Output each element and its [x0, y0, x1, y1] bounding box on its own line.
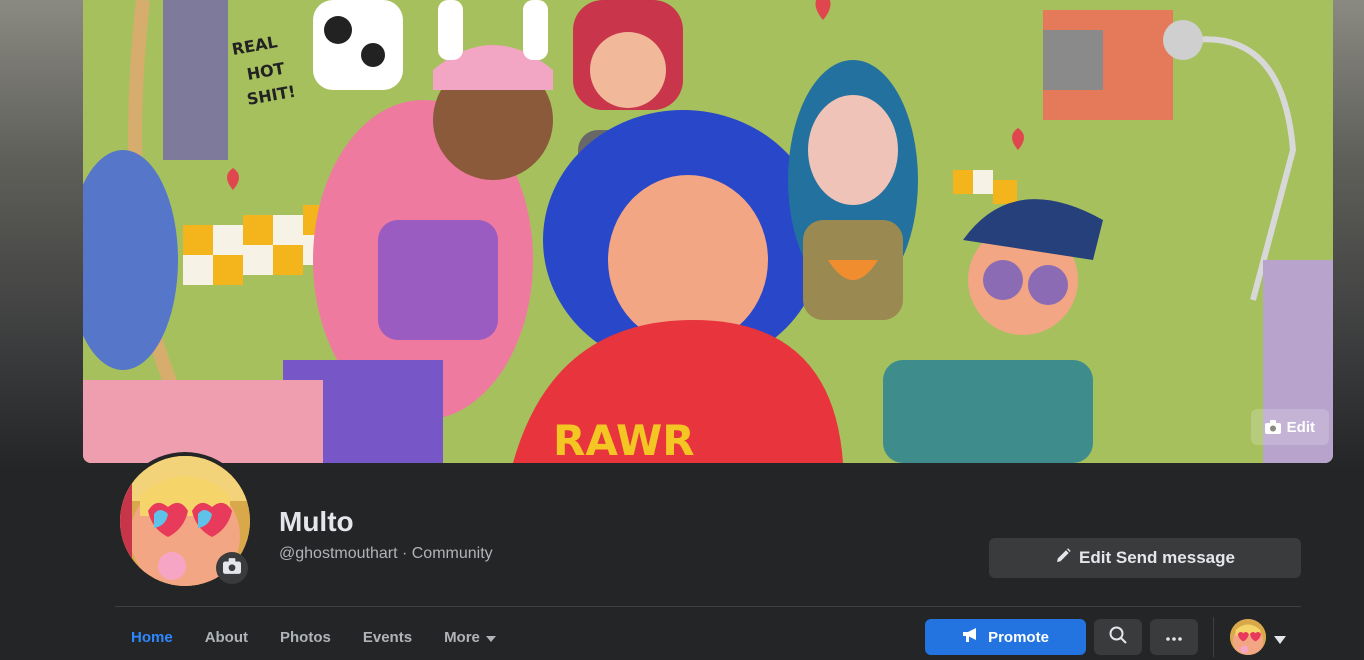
edit-cover-button[interactable]: Edit [1250, 409, 1329, 445]
page-subtitle: @ghostmouthart · Community [279, 545, 493, 563]
cover-photo[interactable]: RAWR REAL HOT SHIT! Edit [83, 0, 1333, 463]
camera-icon [223, 557, 241, 579]
edit-send-message-label: Edit Send message [1079, 548, 1235, 567]
tab-label: About [204, 628, 249, 646]
promote-label: Promote [988, 628, 1049, 646]
tab-label: Events [362, 628, 413, 646]
edit-cover-label: Edit [1286, 418, 1315, 436]
tab-about[interactable]: About [189, 615, 264, 659]
promote-button[interactable]: Promote [925, 619, 1086, 655]
search-icon [1109, 626, 1127, 649]
tab-label: Photos [280, 628, 331, 646]
pencil-icon [1055, 547, 1071, 569]
tabs-divider [115, 606, 1301, 607]
page-category[interactable]: Community [412, 545, 493, 562]
chevron-down-icon[interactable] [1274, 631, 1286, 649]
more-icon [1166, 628, 1182, 646]
more-options-button[interactable] [1150, 619, 1198, 655]
page-title: Multo [279, 506, 354, 537]
page-handle: @ghostmouthart [279, 545, 398, 562]
search-button[interactable] [1094, 619, 1142, 655]
chevron-down-icon [485, 629, 496, 646]
toolbar-divider [1213, 617, 1214, 657]
tab-events[interactable]: Events [347, 615, 428, 659]
update-profile-picture-button[interactable] [216, 552, 248, 584]
cover-illustration: RAWR REAL HOT SHIT! [83, 0, 1333, 463]
megaphone-icon [962, 627, 980, 647]
page-tabs: Home About Photos Events More [115, 614, 512, 660]
tab-more[interactable]: More [428, 615, 512, 659]
tab-label: Home [131, 628, 173, 646]
tab-label: More [444, 628, 480, 646]
tab-home[interactable]: Home [115, 615, 189, 659]
svg-text:RAWR: RAWR [553, 416, 695, 463]
edit-send-message-button[interactable]: Edit Send message [989, 538, 1301, 578]
switch-profile-avatar[interactable] [1230, 619, 1266, 655]
subtitle-separator: · [397, 545, 412, 562]
tab-photos[interactable]: Photos [264, 615, 347, 659]
camera-icon [1264, 420, 1281, 434]
